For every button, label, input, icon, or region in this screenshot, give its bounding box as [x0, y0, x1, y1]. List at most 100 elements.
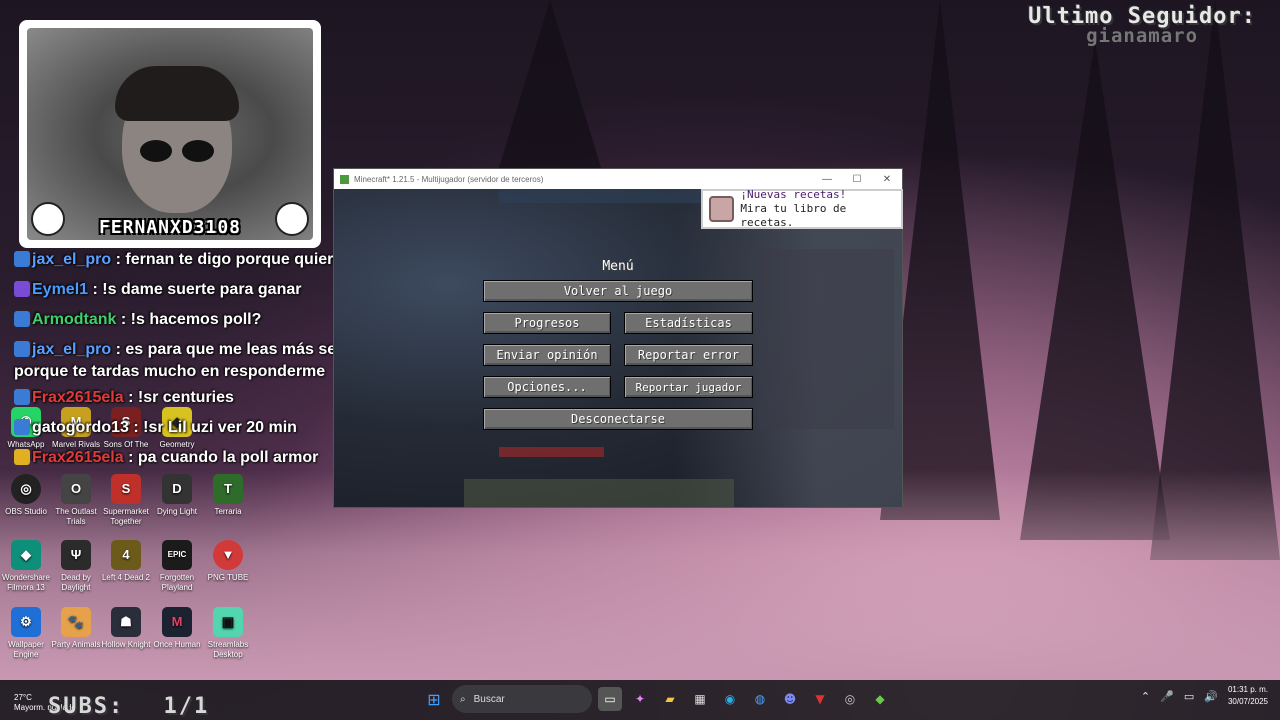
chat-badge-icon — [14, 281, 30, 297]
desktop-icon-once-human[interactable]: M Once Human — [151, 607, 203, 650]
desktop-icon-hollow-knight[interactable]: ☗ Hollow Knight — [100, 607, 152, 650]
chat-username: Armodtank — [32, 311, 117, 328]
close-button[interactable]: ✕ — [872, 174, 902, 185]
subs-label: SUBS: — [48, 694, 125, 719]
taskbar-search[interactable]: ⌕ Buscar — [452, 685, 592, 713]
clock-date: 30/07/2025 — [1227, 697, 1268, 706]
chat-badge-icon — [14, 341, 30, 357]
desktop-icon-dying-light[interactable]: D Dying Light — [151, 474, 203, 517]
chat-badge-icon — [14, 311, 30, 327]
pngtube-taskbar-icon[interactable]: ▼ — [808, 687, 832, 711]
sunglasses — [140, 140, 216, 164]
window-controls: — ☐ ✕ — [812, 174, 902, 185]
chrome-icon[interactable]: ◍ — [748, 687, 772, 711]
statistics-button[interactable]: Estadísticas — [624, 312, 753, 334]
desktop-icon-wallpaper-engine[interactable]: ⚙ Wallpaper Engine — [0, 607, 52, 660]
game-background-detail — [759, 249, 894, 429]
chat-text: : !s dame suerte para ganar — [92, 281, 302, 298]
maximize-button[interactable]: ☐ — [842, 174, 872, 185]
hollow-knight-icon: ☗ — [111, 607, 141, 637]
epic-icon: EPIC — [162, 540, 192, 570]
minecraft-titlebar[interactable]: Minecraft* 1.21.5 - Multijugador (servid… — [334, 169, 902, 189]
chat-badge-icon — [14, 389, 30, 405]
system-tray: ⌃ 🎤 ▭ 🔊 01:31 p. m. 30/07/2025 — [1141, 684, 1268, 708]
file-explorer-icon[interactable]: ▰ — [658, 687, 682, 711]
desktop-icon-forgotten-playland[interactable]: EPIC Forgotten Playland — [151, 540, 203, 593]
last-follower-widget: Ultimo Seguidor: gianamaro — [1028, 4, 1256, 47]
disconnect-button[interactable]: Desconectarse — [483, 408, 753, 430]
obs-icon: ◎ — [11, 474, 41, 504]
chat-username: jax_el_pro — [32, 341, 112, 358]
minimize-button[interactable]: — — [812, 174, 842, 185]
streamer-name: FERNANXD3108 — [98, 217, 242, 238]
chat-username: Frax2615ela — [32, 389, 124, 406]
send-feedback-button[interactable]: Enviar opinión — [483, 344, 611, 366]
microphone-icon[interactable]: 🎤 — [1160, 690, 1174, 703]
game-background-detail — [499, 447, 604, 457]
desktop-icon-terraria[interactable]: T Terraria — [202, 474, 254, 517]
terraria-icon: T — [213, 474, 243, 504]
streamer-hair — [115, 66, 239, 121]
volume-icon[interactable]: 🔊 — [1204, 690, 1218, 703]
advancements-button[interactable]: Progresos — [483, 312, 611, 334]
once-human-icon: M — [162, 607, 192, 637]
desktop-icon-supermarket[interactable]: S Supermarket Together — [100, 474, 152, 527]
outlast-icon: O — [61, 474, 91, 504]
chat-username: Eymel1 — [32, 281, 89, 298]
toast-subtitle: Mira tu libro de recetas. — [740, 202, 847, 229]
obs-taskbar-icon[interactable]: ◎ — [838, 687, 862, 711]
taskbar-apps: ⊞ ⌕ Buscar ▭ ✦ ▰ ▦ ◉ ◍ ☻ ▼ ◎ ◆ — [422, 685, 892, 713]
supermarket-icon: S — [111, 474, 141, 504]
dbd-icon: Ψ — [61, 540, 91, 570]
toast-text: ¡Nuevas recetas! Mira tu libro de receta… — [740, 188, 901, 230]
desktop-icon-outlast[interactable]: O The Outlast Trials — [50, 474, 102, 527]
desktop-icon-obs[interactable]: ◎ OBS Studio — [0, 474, 52, 517]
new-recipes-toast: ¡Nuevas recetas! Mira tu libro de receta… — [701, 188, 903, 230]
copilot-icon[interactable]: ✦ — [628, 687, 652, 711]
desktop-icon-left-4-dead-2[interactable]: 4 Left 4 Dead 2 — [100, 540, 152, 583]
start-button[interactable]: ⊞ — [422, 687, 446, 711]
chat-badge-icon — [14, 419, 30, 435]
minecraft-game-view: Menú Volver al juego Progresos Estadísti… — [334, 189, 902, 507]
report-bug-button[interactable]: Reportar error — [624, 344, 753, 366]
search-icon: ⌕ — [460, 693, 466, 705]
chat-username: Frax2615ela — [32, 449, 124, 466]
chevron-up-icon[interactable]: ⌃ — [1141, 690, 1150, 703]
clock[interactable]: 01:31 p. m. 30/07/2025 — [1228, 684, 1268, 708]
streamlabs-icon: ▣ — [213, 607, 243, 637]
wallpaper-tree — [1020, 40, 1170, 540]
recipe-book-icon — [709, 196, 735, 222]
webcam-feed: FERNANXD3108 — [27, 28, 313, 240]
desktop-icon-png-tube[interactable]: ▼ PNG TUBE — [202, 540, 254, 583]
back-to-game-button[interactable]: Volver al juego — [483, 280, 753, 302]
desktop-icon-party-animals[interactable]: 🐾 Party Animals — [50, 607, 102, 650]
pause-menu-title: Menú — [602, 259, 634, 274]
chat-text: : !sr centuries — [128, 389, 234, 406]
desktop-icon-filmora[interactable]: ◆ Wondershare Filmora 13 — [0, 540, 52, 593]
dying-light-icon: D — [162, 474, 192, 504]
minecraft-taskbar-icon[interactable]: ◆ — [868, 687, 892, 711]
options-button[interactable]: Opciones... — [483, 376, 611, 398]
discord-icon[interactable]: ☻ — [778, 687, 802, 711]
subs-counter: SUBS: 1/1 — [48, 694, 209, 719]
report-player-button[interactable]: Reportar jugador — [624, 376, 753, 398]
subs-value: 1/1 — [163, 694, 210, 719]
desktop-icon-dead-by-daylight[interactable]: Ψ Dead by Daylight — [50, 540, 102, 593]
pngtube-icon: ▼ — [213, 540, 243, 570]
wallpaper-engine-icon: ⚙ — [11, 607, 41, 637]
filmora-icon: ◆ — [11, 540, 41, 570]
search-placeholder: Buscar — [473, 693, 505, 705]
l4d2-icon: 4 — [111, 540, 141, 570]
chat-username: jax_el_pro — [32, 251, 112, 268]
chat-badge-icon — [14, 449, 30, 465]
chat-text: : !s hacemos poll? — [120, 311, 262, 328]
minecraft-app-icon — [340, 174, 349, 184]
task-view-icon[interactable]: ▭ — [598, 687, 622, 711]
desktop-icon-streamlabs[interactable]: ▣ Streamlabs Desktop — [202, 607, 254, 660]
chat-text: : pa cuando la poll armor — [128, 449, 319, 466]
clock-time: 01:31 p. m. — [1227, 685, 1268, 694]
display-icon[interactable]: ▭ — [1184, 690, 1194, 703]
edge-icon[interactable]: ◉ — [718, 687, 742, 711]
microsoft-store-icon[interactable]: ▦ — [688, 687, 712, 711]
webcam-frame: FERNANXD3108 — [19, 20, 321, 248]
